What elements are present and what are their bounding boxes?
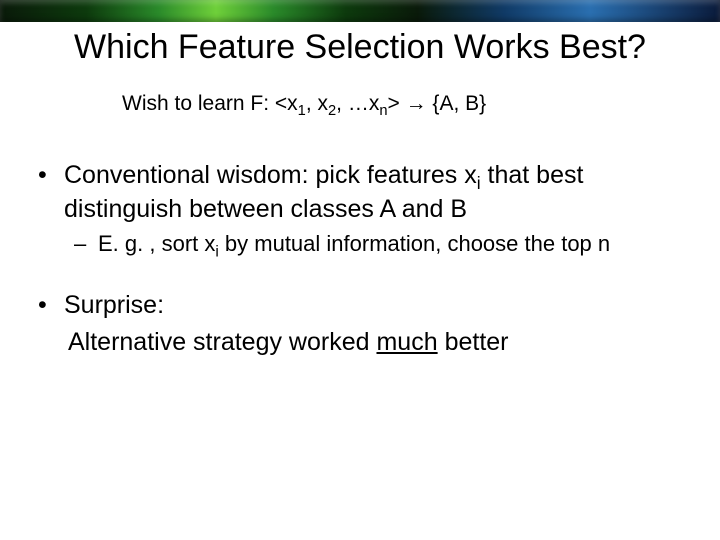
banner-decoration (0, 0, 720, 22)
bullet-text: E. g. , sort x (98, 231, 215, 256)
subtitle-text: > → {A, B} (388, 92, 487, 115)
bullet-text: Surprise: (64, 291, 164, 319)
subtitle-text: , x (306, 92, 328, 115)
underlined-much: much (376, 328, 437, 356)
bullet-surprise: Surprise: (38, 290, 690, 321)
subtitle-sub-2: 2 (328, 103, 336, 119)
slide: Which Feature Selection Works Best? Wish… (0, 0, 720, 540)
slide-title: Which Feature Selection Works Best? (0, 28, 720, 67)
subtitle-sub-n: n (379, 103, 387, 119)
slide-subtitle: Wish to learn F: <x1, x2, …xn> → {A, B} (122, 92, 486, 119)
bullet-text: better (438, 328, 509, 356)
bullet-surprise-cont: Alternative strategy worked much better (38, 327, 690, 358)
subtitle-text: Wish to learn F: <x (122, 92, 298, 115)
bullet-conventional-wisdom: Conventional wisdom: pick features xi th… (38, 160, 690, 225)
slide-body: Conventional wisdom: pick features xi th… (38, 160, 690, 357)
bullet-text: Alternative strategy worked (68, 328, 376, 356)
subtitle-sub-1: 1 (298, 103, 306, 119)
bullet-text: by mutual information, choose the top n (219, 231, 610, 256)
subtitle-text: , …x (336, 92, 379, 115)
bullet-text: Conventional wisdom: pick features x (64, 161, 477, 189)
bullet-example: E. g. , sort xi by mutual information, c… (38, 231, 690, 262)
